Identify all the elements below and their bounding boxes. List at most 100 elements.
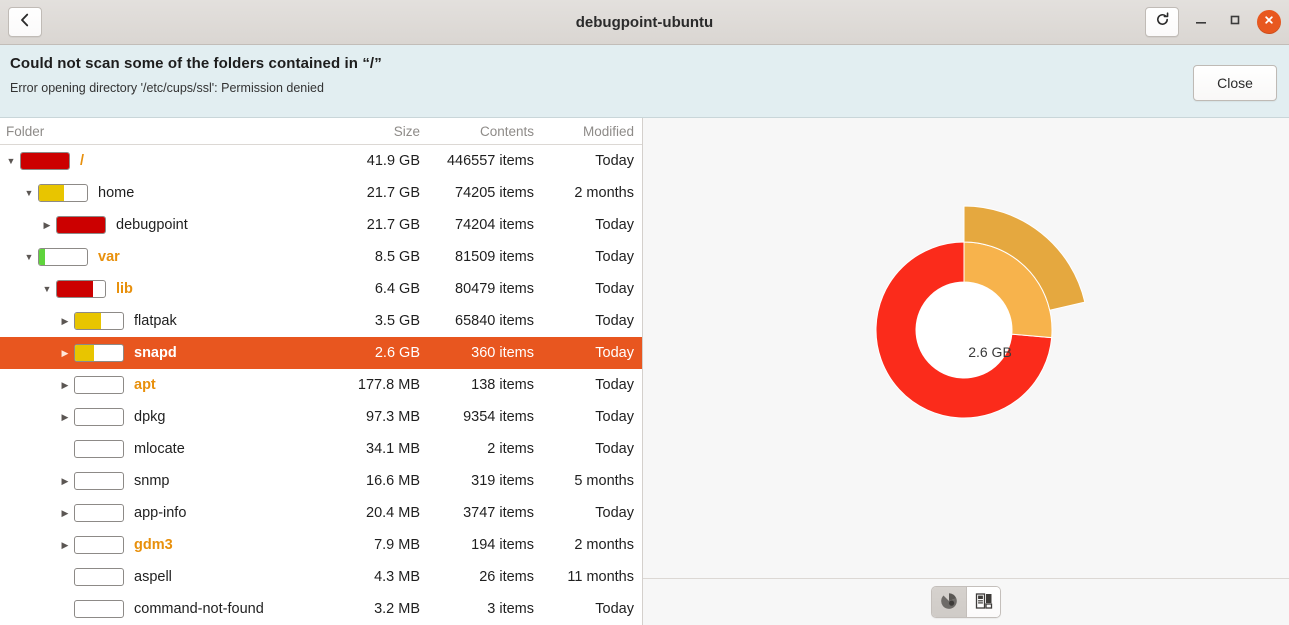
table-row[interactable]: ▼/41.9 GB446557 itemsToday — [0, 145, 642, 177]
usage-bar — [74, 408, 124, 426]
row-contents: 74204 items — [420, 217, 536, 233]
row-contents: 80479 items — [420, 281, 536, 297]
chevron-down-icon[interactable]: ▼ — [2, 157, 20, 166]
usage-bar — [38, 184, 88, 202]
row-size: 3.5 GB — [324, 313, 420, 329]
column-header-folder[interactable]: Folder — [0, 124, 324, 139]
table-row[interactable]: ▶snmp16.6 MB319 items5 months — [0, 465, 642, 497]
table-row[interactable]: ▼var8.5 GB81509 itemsToday — [0, 241, 642, 273]
chevron-right-icon[interactable]: ▶ — [56, 541, 74, 550]
row-size: 2.6 GB — [324, 345, 420, 361]
row-modified: 11 months — [536, 569, 642, 585]
row-folder-name: dpkg — [134, 409, 165, 425]
reload-icon — [1155, 12, 1170, 32]
row-folder-cell: ▶debugpoint — [0, 216, 324, 234]
back-button[interactable] — [8, 7, 42, 37]
table-row[interactable]: ▼lib6.4 GB80479 itemsToday — [0, 273, 642, 305]
row-folder-cell: ▶ dpkg — [0, 408, 324, 426]
usage-bar — [74, 344, 124, 362]
chevron-right-icon[interactable]: ▶ — [56, 509, 74, 518]
usage-bar — [74, 312, 124, 330]
titlebar-right-controls — [1145, 7, 1281, 37]
row-contents: 3 items — [420, 601, 536, 617]
chevron-right-icon[interactable]: ▶ — [56, 349, 74, 358]
chevron-down-icon[interactable]: ▼ — [38, 285, 56, 294]
row-folder-cell: ▼var — [0, 248, 324, 266]
row-folder-cell: ▶flatpak — [0, 312, 324, 330]
column-header-modified[interactable]: Modified — [536, 124, 642, 139]
chevron-right-icon[interactable]: ▶ — [56, 381, 74, 390]
maximize-button[interactable] — [1223, 10, 1247, 34]
row-size: 16.6 MB — [324, 473, 420, 489]
reload-button[interactable] — [1145, 7, 1179, 37]
row-folder-name: gdm3 — [134, 537, 173, 553]
minimize-button[interactable] — [1189, 10, 1213, 34]
titlebar-left-controls — [8, 7, 42, 37]
row-folder-cell: aspell — [0, 568, 324, 586]
sunburst-center-hole — [916, 282, 1012, 378]
table-row[interactable]: ▼ home 21.7 GB74205 items2 months — [0, 177, 642, 209]
table-row[interactable]: ▶snapd2.6 GB360 itemsToday — [0, 337, 642, 369]
sunburst-svg-wrap — [643, 118, 1289, 578]
chevron-right-icon[interactable]: ▶ — [56, 413, 74, 422]
sunburst-chart-icon — [940, 592, 958, 613]
sunburst-chart[interactable]: 2.6 GB snaps 2.1 GB — [643, 118, 1289, 578]
row-folder-name: home — [98, 185, 134, 201]
row-modified: Today — [536, 281, 642, 297]
table-row[interactable]: ▶debugpoint21.7 GB74204 itemsToday — [0, 209, 642, 241]
table-row[interactable]: command-not-found3.2 MB3 itemsToday — [0, 593, 642, 625]
row-modified: Today — [536, 153, 642, 169]
usage-bar — [74, 568, 124, 586]
row-size: 177.8 MB — [324, 377, 420, 393]
table-row[interactable]: aspell4.3 MB26 items11 months — [0, 561, 642, 593]
row-size: 7.9 MB — [324, 537, 420, 553]
usage-bar — [20, 152, 70, 170]
row-contents: 319 items — [420, 473, 536, 489]
chevron-right-icon[interactable]: ▶ — [56, 317, 74, 326]
chevron-left-icon — [19, 13, 31, 32]
row-contents: 2 items — [420, 441, 536, 457]
treemap-chart-icon — [975, 592, 993, 613]
minimize-icon — [1194, 13, 1208, 32]
column-header-contents[interactable]: Contents — [420, 124, 536, 139]
sunburst-svg[interactable] — [643, 118, 1289, 578]
row-modified: 2 months — [536, 185, 642, 201]
close-window-button[interactable] — [1257, 10, 1281, 34]
sunburst-view-button[interactable] — [932, 587, 966, 617]
error-title: Could not scan some of the folders conta… — [10, 55, 1275, 72]
usage-bar — [74, 536, 124, 554]
row-contents: 81509 items — [420, 249, 536, 265]
main-content: Folder Size Contents Modified ▼/41.9 GB4… — [0, 118, 1289, 625]
row-modified: Today — [536, 249, 642, 265]
table-row[interactable]: ▶flatpak3.5 GB65840 itemsToday — [0, 305, 642, 337]
table-row[interactable]: ▶app-info20.4 MB3747 itemsToday — [0, 497, 642, 529]
chart-pane: 2.6 GB snaps 2.1 GB — [643, 118, 1289, 625]
table-row[interactable]: mlocate34.1 MB2 itemsToday — [0, 433, 642, 465]
row-folder-cell: ▼lib — [0, 280, 324, 298]
chevron-right-icon[interactable]: ▶ — [38, 221, 56, 230]
column-header-size[interactable]: Size — [324, 124, 420, 139]
chevron-down-icon[interactable]: ▼ — [20, 253, 38, 262]
table-row[interactable]: ▶dpkg97.3 MB9354 itemsToday — [0, 401, 642, 433]
infobar-close-button[interactable]: Close — [1193, 65, 1277, 101]
table-row[interactable]: ▶apt177.8 MB138 itemsToday — [0, 369, 642, 401]
usage-bar — [74, 376, 124, 394]
tree-column-headers: Folder Size Contents Modified — [0, 118, 642, 145]
row-size: 3.2 MB — [324, 601, 420, 617]
row-modified: Today — [536, 345, 642, 361]
row-contents: 194 items — [420, 537, 536, 553]
treemap-view-button[interactable] — [966, 587, 1000, 617]
row-contents: 9354 items — [420, 409, 536, 425]
chevron-right-icon[interactable]: ▶ — [56, 477, 74, 486]
row-folder-cell: ▶snapd — [0, 344, 324, 362]
row-folder-cell: command-not-found — [0, 600, 324, 618]
row-folder-cell: ▼ home — [0, 184, 324, 202]
row-folder-name: mlocate — [134, 441, 185, 457]
row-size: 6.4 GB — [324, 281, 420, 297]
row-size: 21.7 GB — [324, 185, 420, 201]
table-row[interactable]: ▶gdm37.9 MB194 items2 months — [0, 529, 642, 561]
chevron-down-icon[interactable]: ▼ — [20, 189, 38, 198]
row-contents: 446557 items — [420, 153, 536, 169]
row-contents: 74205 items — [420, 185, 536, 201]
row-folder-cell: ▶ gdm3 — [0, 536, 324, 554]
